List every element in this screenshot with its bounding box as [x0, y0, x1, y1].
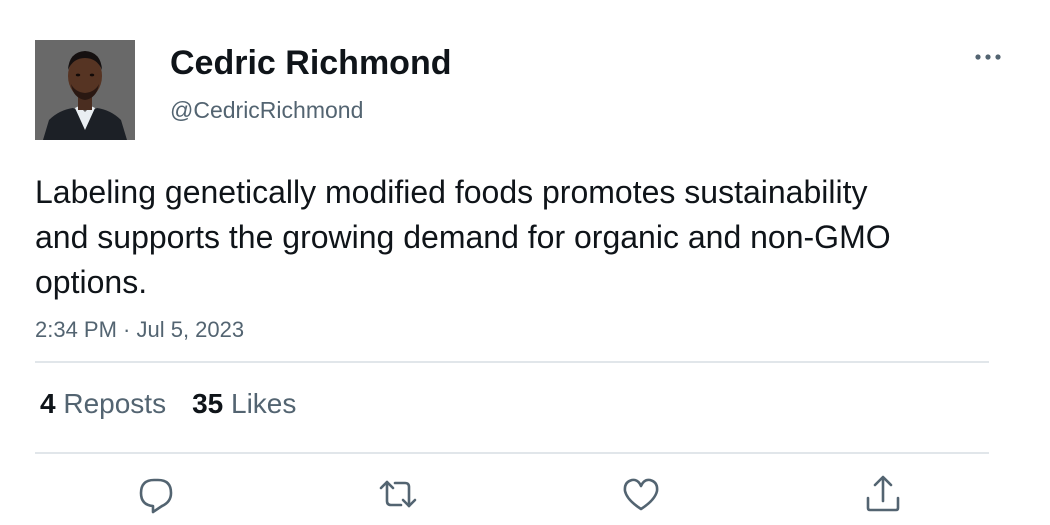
reply-button[interactable]	[134, 472, 178, 516]
more-horizontal-icon	[975, 54, 1001, 60]
reposts-stat[interactable]: 4 Reposts	[40, 386, 166, 422]
heart-icon	[623, 478, 659, 511]
tweet-card: Cedric Richmond @CedricRichmond Labeling…	[0, 0, 1050, 525]
author-handle[interactable]: @CedricRichmond	[170, 95, 363, 125]
share-icon	[866, 475, 900, 512]
engagement-stats: 4 Reposts 35 Likes	[40, 386, 322, 422]
repost-icon	[379, 480, 417, 508]
like-button[interactable]	[619, 472, 663, 516]
likes-stat[interactable]: 35 Likes	[192, 386, 296, 422]
likes-count: 35	[192, 388, 224, 419]
tweet-timestamp[interactable]: 2:34 PM · Jul 5, 2023	[35, 315, 244, 345]
likes-label: Likes	[231, 388, 297, 419]
divider	[35, 361, 989, 363]
reply-icon	[139, 478, 173, 514]
tweet-text: Labeling genetically modified foods prom…	[35, 174, 891, 300]
repost-button[interactable]	[376, 472, 420, 516]
avatar[interactable]	[35, 40, 135, 140]
author-display-name[interactable]: Cedric Richmond	[170, 42, 451, 84]
reposts-count: 4	[40, 388, 56, 419]
share-button[interactable]	[861, 472, 905, 516]
avatar-image	[35, 40, 135, 140]
divider	[35, 452, 989, 454]
reposts-label: Reposts	[63, 388, 167, 419]
more-options-button[interactable]	[968, 40, 1008, 70]
